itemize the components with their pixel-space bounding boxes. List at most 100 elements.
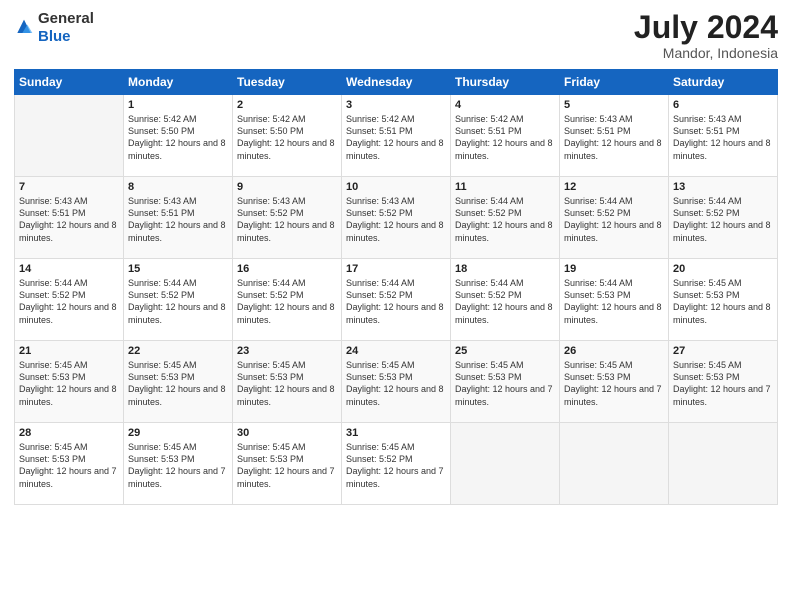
day-number: 27 bbox=[673, 345, 773, 357]
sunrise-label: Sunrise: 5:42 AM bbox=[455, 114, 524, 124]
calendar-cell bbox=[451, 423, 560, 505]
day-number: 21 bbox=[19, 345, 119, 357]
daylight-label: Daylight: 12 hours and 7 minutes. bbox=[673, 384, 771, 406]
calendar-week-5: 28 Sunrise: 5:45 AM Sunset: 5:53 PM Dayl… bbox=[15, 423, 778, 505]
sunset-label: Sunset: 5:51 PM bbox=[128, 208, 195, 218]
calendar-cell: 20 Sunrise: 5:45 AM Sunset: 5:53 PM Dayl… bbox=[669, 259, 778, 341]
day-number: 13 bbox=[673, 181, 773, 193]
sunrise-label: Sunrise: 5:42 AM bbox=[128, 114, 197, 124]
calendar-cell: 31 Sunrise: 5:45 AM Sunset: 5:52 PM Dayl… bbox=[342, 423, 451, 505]
daylight-label: Daylight: 12 hours and 8 minutes. bbox=[19, 384, 117, 406]
sunrise-label: Sunrise: 5:43 AM bbox=[346, 196, 415, 206]
daylight-label: Daylight: 12 hours and 8 minutes. bbox=[673, 220, 771, 242]
title-block: July 2024 Mandor, Indonesia bbox=[634, 10, 778, 61]
logo-blue: Blue bbox=[38, 28, 71, 45]
cell-info: Sunrise: 5:43 AM Sunset: 5:51 PM Dayligh… bbox=[128, 195, 228, 244]
day-number: 9 bbox=[237, 181, 337, 193]
daylight-label: Daylight: 12 hours and 7 minutes. bbox=[455, 384, 553, 406]
sunrise-label: Sunrise: 5:45 AM bbox=[564, 360, 633, 370]
sunrise-label: Sunrise: 5:43 AM bbox=[237, 196, 306, 206]
cell-info: Sunrise: 5:42 AM Sunset: 5:51 PM Dayligh… bbox=[455, 113, 555, 162]
sunrise-label: Sunrise: 5:45 AM bbox=[673, 360, 742, 370]
calendar-cell: 3 Sunrise: 5:42 AM Sunset: 5:51 PM Dayli… bbox=[342, 95, 451, 177]
logo-text: General Blue bbox=[38, 10, 94, 46]
day-number: 26 bbox=[564, 345, 664, 357]
cell-info: Sunrise: 5:44 AM Sunset: 5:52 PM Dayligh… bbox=[673, 195, 773, 244]
day-number: 8 bbox=[128, 181, 228, 193]
day-number: 15 bbox=[128, 263, 228, 275]
calendar-cell: 23 Sunrise: 5:45 AM Sunset: 5:53 PM Dayl… bbox=[233, 341, 342, 423]
day-number: 22 bbox=[128, 345, 228, 357]
day-number: 24 bbox=[346, 345, 446, 357]
sunset-label: Sunset: 5:52 PM bbox=[19, 290, 86, 300]
calendar-table: Sunday Monday Tuesday Wednesday Thursday… bbox=[14, 69, 778, 505]
sunrise-label: Sunrise: 5:44 AM bbox=[19, 278, 88, 288]
daylight-label: Daylight: 12 hours and 7 minutes. bbox=[564, 384, 662, 406]
day-number: 2 bbox=[237, 99, 337, 111]
cell-info: Sunrise: 5:43 AM Sunset: 5:51 PM Dayligh… bbox=[564, 113, 664, 162]
sunrise-label: Sunrise: 5:44 AM bbox=[346, 278, 415, 288]
day-number: 12 bbox=[564, 181, 664, 193]
sunset-label: Sunset: 5:53 PM bbox=[19, 454, 86, 464]
cell-info: Sunrise: 5:45 AM Sunset: 5:53 PM Dayligh… bbox=[564, 359, 664, 408]
sunrise-label: Sunrise: 5:44 AM bbox=[455, 196, 524, 206]
cell-info: Sunrise: 5:45 AM Sunset: 5:53 PM Dayligh… bbox=[237, 359, 337, 408]
sunrise-label: Sunrise: 5:45 AM bbox=[673, 278, 742, 288]
daylight-label: Daylight: 12 hours and 8 minutes. bbox=[673, 302, 771, 324]
sunrise-label: Sunrise: 5:45 AM bbox=[128, 442, 197, 452]
cell-info: Sunrise: 5:45 AM Sunset: 5:53 PM Dayligh… bbox=[128, 359, 228, 408]
daylight-label: Daylight: 12 hours and 8 minutes. bbox=[237, 384, 335, 406]
day-number: 16 bbox=[237, 263, 337, 275]
day-number: 17 bbox=[346, 263, 446, 275]
calendar-week-4: 21 Sunrise: 5:45 AM Sunset: 5:53 PM Dayl… bbox=[15, 341, 778, 423]
daylight-label: Daylight: 12 hours and 8 minutes. bbox=[455, 138, 553, 160]
logo-icon bbox=[14, 18, 34, 38]
calendar-cell: 7 Sunrise: 5:43 AM Sunset: 5:51 PM Dayli… bbox=[15, 177, 124, 259]
calendar-cell: 25 Sunrise: 5:45 AM Sunset: 5:53 PM Dayl… bbox=[451, 341, 560, 423]
sunset-label: Sunset: 5:51 PM bbox=[19, 208, 86, 218]
sunrise-label: Sunrise: 5:43 AM bbox=[673, 114, 742, 124]
calendar-cell: 13 Sunrise: 5:44 AM Sunset: 5:52 PM Dayl… bbox=[669, 177, 778, 259]
daylight-label: Daylight: 12 hours and 8 minutes. bbox=[128, 138, 226, 160]
sunrise-label: Sunrise: 5:44 AM bbox=[455, 278, 524, 288]
cell-info: Sunrise: 5:45 AM Sunset: 5:53 PM Dayligh… bbox=[237, 441, 337, 490]
daylight-label: Daylight: 12 hours and 7 minutes. bbox=[19, 466, 117, 488]
sunset-label: Sunset: 5:52 PM bbox=[128, 290, 195, 300]
daylight-label: Daylight: 12 hours and 8 minutes. bbox=[237, 138, 335, 160]
cell-info: Sunrise: 5:45 AM Sunset: 5:53 PM Dayligh… bbox=[128, 441, 228, 490]
calendar-cell: 2 Sunrise: 5:42 AM Sunset: 5:50 PM Dayli… bbox=[233, 95, 342, 177]
calendar-cell: 15 Sunrise: 5:44 AM Sunset: 5:52 PM Dayl… bbox=[124, 259, 233, 341]
daylight-label: Daylight: 12 hours and 7 minutes. bbox=[237, 466, 335, 488]
calendar-cell: 11 Sunrise: 5:44 AM Sunset: 5:52 PM Dayl… bbox=[451, 177, 560, 259]
sunset-label: Sunset: 5:52 PM bbox=[237, 290, 304, 300]
sunset-label: Sunset: 5:53 PM bbox=[455, 372, 522, 382]
sunset-label: Sunset: 5:50 PM bbox=[128, 126, 195, 136]
calendar-cell: 18 Sunrise: 5:44 AM Sunset: 5:52 PM Dayl… bbox=[451, 259, 560, 341]
month-year: July 2024 bbox=[634, 10, 778, 45]
day-number: 31 bbox=[346, 427, 446, 439]
sunset-label: Sunset: 5:52 PM bbox=[346, 454, 413, 464]
daylight-label: Daylight: 12 hours and 8 minutes. bbox=[128, 384, 226, 406]
daylight-label: Daylight: 12 hours and 7 minutes. bbox=[128, 466, 226, 488]
sunrise-label: Sunrise: 5:44 AM bbox=[237, 278, 306, 288]
daylight-label: Daylight: 12 hours and 8 minutes. bbox=[346, 384, 444, 406]
day-number: 14 bbox=[19, 263, 119, 275]
col-tuesday: Tuesday bbox=[233, 70, 342, 95]
sunset-label: Sunset: 5:53 PM bbox=[673, 372, 740, 382]
sunset-label: Sunset: 5:52 PM bbox=[237, 208, 304, 218]
sunset-label: Sunset: 5:52 PM bbox=[346, 290, 413, 300]
sunset-label: Sunset: 5:53 PM bbox=[128, 372, 195, 382]
daylight-label: Daylight: 12 hours and 8 minutes. bbox=[128, 302, 226, 324]
header-row: General Blue July 2024 Mandor, Indonesia bbox=[14, 10, 778, 61]
cell-info: Sunrise: 5:42 AM Sunset: 5:50 PM Dayligh… bbox=[128, 113, 228, 162]
cell-info: Sunrise: 5:44 AM Sunset: 5:52 PM Dayligh… bbox=[19, 277, 119, 326]
sunset-label: Sunset: 5:52 PM bbox=[455, 208, 522, 218]
col-saturday: Saturday bbox=[669, 70, 778, 95]
sunrise-label: Sunrise: 5:44 AM bbox=[673, 196, 742, 206]
calendar-cell: 8 Sunrise: 5:43 AM Sunset: 5:51 PM Dayli… bbox=[124, 177, 233, 259]
sunrise-label: Sunrise: 5:45 AM bbox=[19, 360, 88, 370]
logo: General Blue bbox=[14, 10, 94, 46]
calendar-cell: 5 Sunrise: 5:43 AM Sunset: 5:51 PM Dayli… bbox=[560, 95, 669, 177]
day-number: 25 bbox=[455, 345, 555, 357]
sunset-label: Sunset: 5:52 PM bbox=[346, 208, 413, 218]
